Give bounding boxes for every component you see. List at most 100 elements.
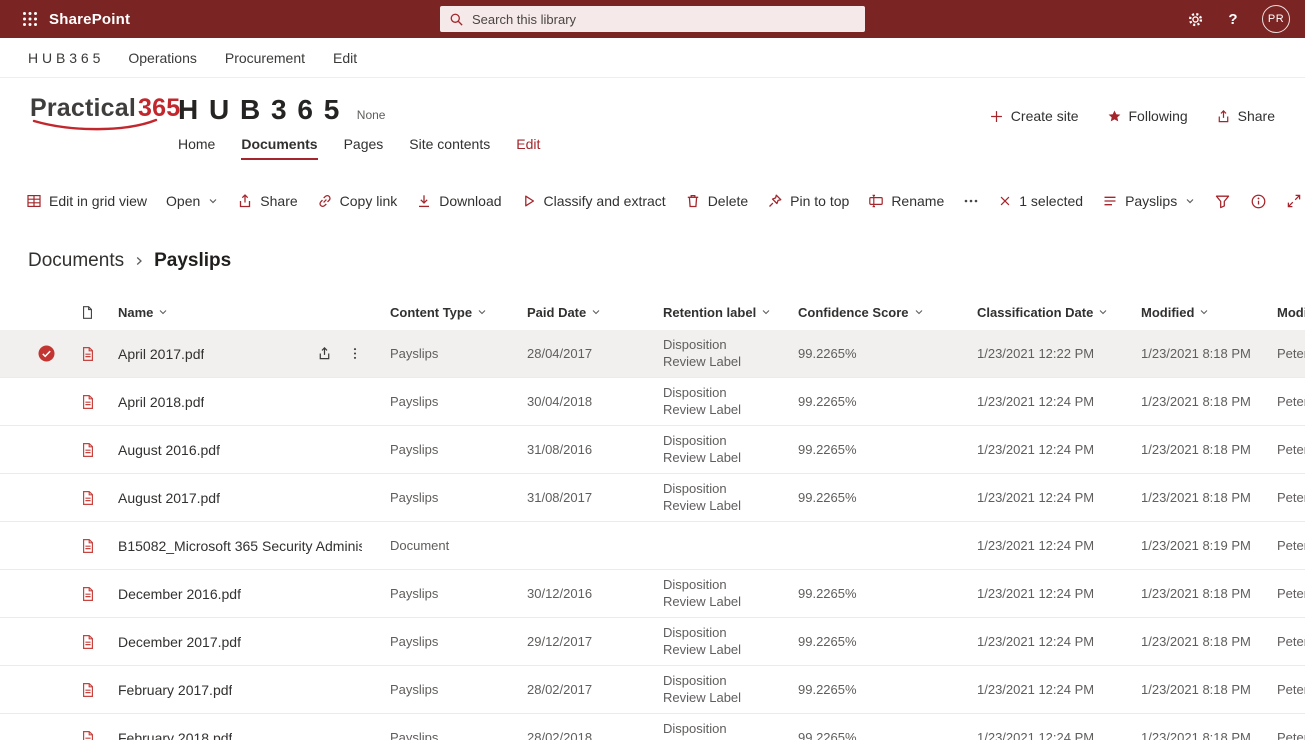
file-name-link[interactable]: December 2017.pdf <box>118 634 241 650</box>
command-rename[interactable]: Rename <box>868 193 944 209</box>
modified-by-cell[interactable]: Peter <box>1277 346 1305 361</box>
column-header-modified-by[interactable]: Modified By <box>1277 305 1305 320</box>
site-title[interactable]: H U B 3 6 5 <box>178 94 341 126</box>
filter-icon[interactable] <box>1214 193 1231 210</box>
hub-nav-edit[interactable]: Edit <box>333 50 357 66</box>
table-row[interactable]: April 2017.pdf Payslips 28/04/2017 Dispo… <box>0 330 1305 378</box>
file-name-link[interactable]: April 2018.pdf <box>118 394 204 410</box>
modified-by-cell[interactable]: Peter <box>1277 538 1305 553</box>
search-input[interactable] <box>472 12 856 27</box>
nav-item-documents[interactable]: Documents <box>241 136 317 160</box>
command-copy-link[interactable]: Copy link <box>317 193 398 209</box>
file-name-link[interactable]: B15082_Microsoft 365 Security Administ… <box>118 538 362 554</box>
column-header-modified[interactable]: Modified <box>1141 305 1277 320</box>
chevron-down-icon <box>591 307 601 317</box>
paid-date-cell: 30/12/2016 <box>527 586 663 601</box>
hub-nav-operations[interactable]: Operations <box>128 50 196 66</box>
table-row[interactable]: February 2017.pdf Payslips 28/02/2017 Di… <box>0 666 1305 714</box>
command-share[interactable]: Share <box>237 193 297 209</box>
account-avatar[interactable]: PR <box>1262 5 1290 33</box>
hub-navigation: H U B 3 6 5 Operations Procurement Edit <box>0 38 1305 78</box>
modified-by-cell[interactable]: Peter <box>1277 586 1305 601</box>
modified-by-cell[interactable]: Peter <box>1277 682 1305 697</box>
clear-selection-button[interactable]: 1 selected <box>998 193 1083 209</box>
app-launcher-icon[interactable] <box>15 0 45 38</box>
view-selector[interactable]: Payslips <box>1102 193 1195 209</box>
file-name-link[interactable]: February 2018.pdf <box>118 730 232 740</box>
confidence-score-cell: 99.2265% <box>798 634 977 649</box>
create-site-button[interactable]: Create site <box>989 108 1079 124</box>
content-type-cell: Payslips <box>390 730 527 740</box>
following-button[interactable]: Following <box>1107 108 1188 124</box>
info-icon[interactable] <box>1250 193 1267 210</box>
file-name-link[interactable]: August 2016.pdf <box>118 442 220 458</box>
column-header-content-type[interactable]: Content Type <box>390 305 527 320</box>
pdf-file-icon <box>80 442 96 458</box>
table-body: April 2017.pdf Payslips 28/04/2017 Dispo… <box>0 330 1305 740</box>
selected-check-icon[interactable] <box>38 345 55 362</box>
header-file-type-cell[interactable] <box>60 305 112 320</box>
column-header-paid-date[interactable]: Paid Date <box>527 305 663 320</box>
command-delete[interactable]: Delete <box>685 193 748 209</box>
share-site-button[interactable]: Share <box>1216 108 1275 124</box>
file-name-link[interactable]: April 2017.pdf <box>118 346 204 362</box>
edit-grid-view-label: Edit in grid view <box>49 193 147 209</box>
command-edit-grid-view[interactable]: Edit in grid view <box>26 193 147 209</box>
settings-gear-icon[interactable] <box>1187 11 1204 28</box>
modified-by-cell[interactable]: Peter <box>1277 730 1305 740</box>
chevron-down-icon <box>158 307 168 317</box>
retention-label-cell: Disposition Review Label <box>663 673 798 707</box>
column-header-confidence-score[interactable]: Confidence Score <box>798 305 977 320</box>
retention-label-cell: Disposition Review Label <box>663 625 798 659</box>
column-header-classification-date[interactable]: Classification Date <box>977 305 1141 320</box>
hub-nav-procurement[interactable]: Procurement <box>225 50 305 66</box>
command-more[interactable] <box>963 193 979 209</box>
modified-by-cell[interactable]: Peter <box>1277 394 1305 409</box>
name-cell: April 2018.pdf <box>112 394 390 410</box>
command-classify-extract[interactable]: Classify and extract <box>521 193 666 209</box>
row-select-cell[interactable] <box>0 345 60 362</box>
file-name-link[interactable]: August 2017.pdf <box>118 490 220 506</box>
table-row[interactable]: B15082_Microsoft 365 Security Administ… … <box>0 522 1305 570</box>
table-row[interactable]: August 2016.pdf Payslips 31/08/2016 Disp… <box>0 426 1305 474</box>
table-row[interactable]: August 2017.pdf Payslips 31/08/2017 Disp… <box>0 474 1305 522</box>
classification-date-cell: 1/23/2021 12:24 PM <box>977 442 1141 457</box>
file-name-link[interactable]: February 2017.pdf <box>118 682 232 698</box>
star-icon <box>1107 109 1122 124</box>
file-type-cell <box>60 682 112 698</box>
table-row[interactable]: December 2016.pdf Payslips 30/12/2016 Di… <box>0 570 1305 618</box>
nav-item-site-contents[interactable]: Site contents <box>409 136 490 158</box>
share-row-icon[interactable] <box>317 346 332 361</box>
nav-item-pages[interactable]: Pages <box>344 136 384 158</box>
modified-by-cell[interactable]: Peter <box>1277 490 1305 505</box>
name-cell: August 2016.pdf <box>112 442 390 458</box>
column-header-retention-label[interactable]: Retention label <box>663 305 798 320</box>
logo-365: 365 <box>138 94 180 122</box>
command-download[interactable]: Download <box>416 193 501 209</box>
table-row[interactable]: April 2018.pdf Payslips 30/04/2018 Dispo… <box>0 378 1305 426</box>
file-name-link[interactable]: December 2016.pdf <box>118 586 241 602</box>
modified-cell: 1/23/2021 8:18 PM <box>1141 682 1277 697</box>
table-row[interactable]: February 2018.pdf Payslips 28/02/2018 Di… <box>0 714 1305 740</box>
help-icon[interactable]: ? <box>1224 11 1242 28</box>
modified-cell: 1/23/2021 8:18 PM <box>1141 586 1277 601</box>
app-title[interactable]: SharePoint <box>49 11 130 28</box>
hub-nav-hub365[interactable]: H U B 3 6 5 <box>28 50 100 66</box>
row-quick-actions <box>317 346 362 361</box>
command-pin-to-top[interactable]: Pin to top <box>767 193 849 209</box>
expand-content-icon[interactable] <box>1286 193 1302 209</box>
practical365-logo[interactable]: Practical365 <box>30 94 166 134</box>
column-header-name[interactable]: Name <box>112 305 390 320</box>
chevron-down-icon <box>914 307 924 317</box>
table-row[interactable]: December 2017.pdf Payslips 29/12/2017 Di… <box>0 618 1305 666</box>
content-type-cell: Payslips <box>390 394 527 409</box>
nav-item-home[interactable]: Home <box>178 136 215 158</box>
modified-by-cell[interactable]: Peter <box>1277 634 1305 649</box>
nav-item-edit[interactable]: Edit <box>516 136 540 158</box>
modified-by-cell[interactable]: Peter <box>1277 442 1305 457</box>
content-type-cell: Payslips <box>390 346 527 361</box>
search-box[interactable] <box>440 6 865 32</box>
breadcrumb-documents[interactable]: Documents <box>28 250 124 272</box>
command-open[interactable]: Open <box>166 193 218 209</box>
more-options-icon[interactable] <box>348 346 362 361</box>
